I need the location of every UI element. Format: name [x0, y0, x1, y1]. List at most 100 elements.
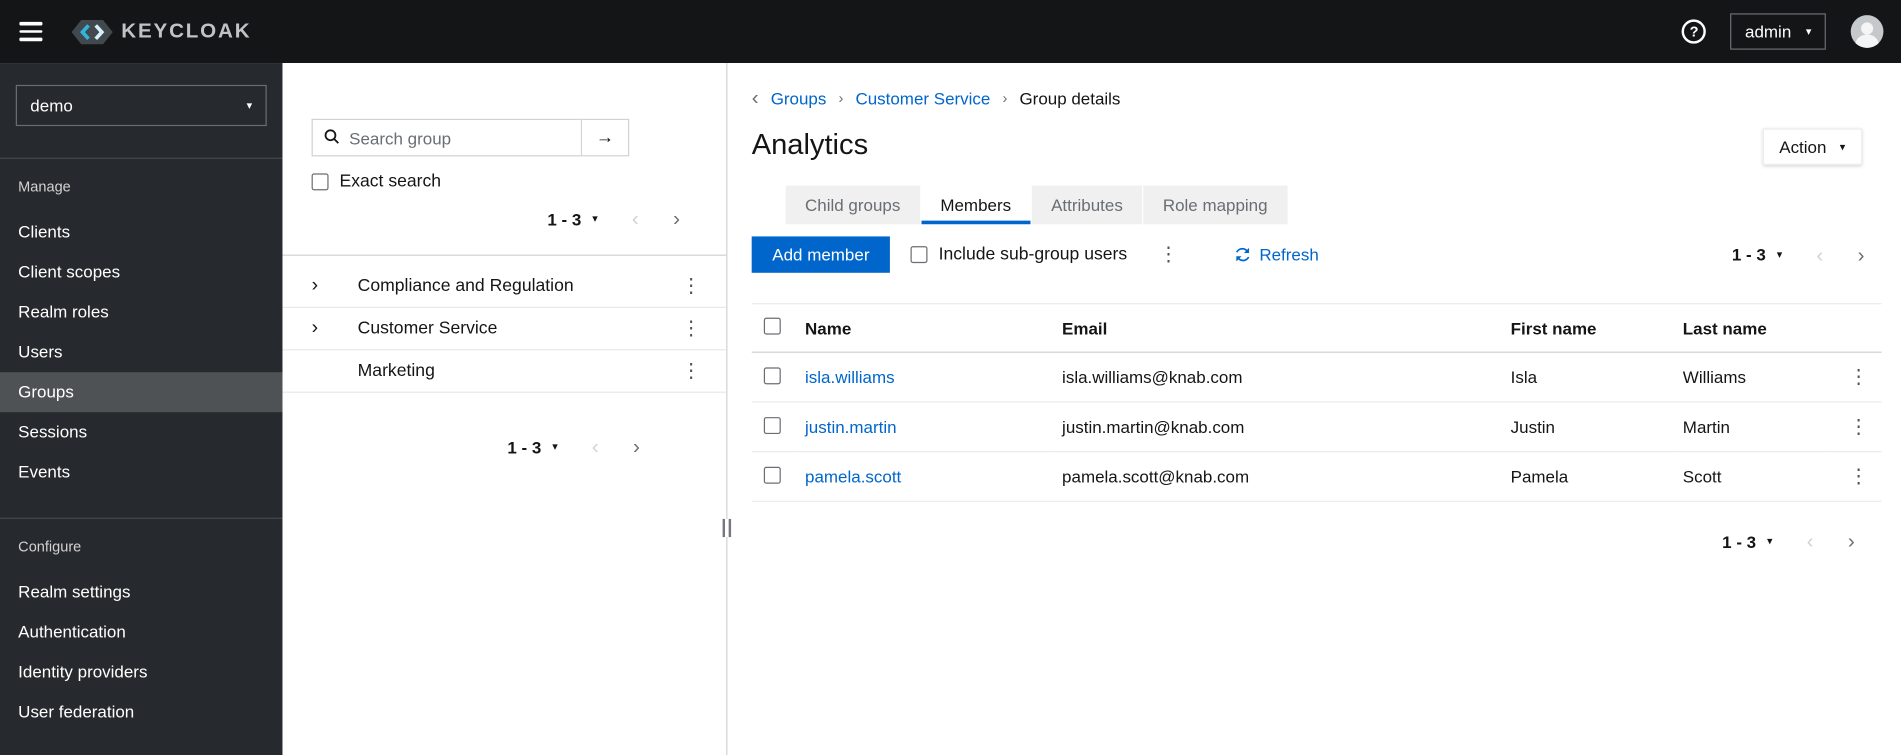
masthead: KEYCLOAK ? admin ▾: [0, 0, 1901, 64]
sidebar-item-realm-roles[interactable]: Realm roles: [0, 292, 282, 332]
column-header-last-name: Last name: [1673, 303, 1831, 353]
pagination-next-button[interactable]: ›: [1831, 526, 1872, 556]
member-last-name: Scott: [1673, 451, 1831, 502]
kebab-menu-icon[interactable]: ⋮: [678, 274, 705, 298]
group-details-main: ‹ Groups › Customer Service › Group deta…: [727, 63, 1901, 755]
keycloak-logo[interactable]: KEYCLOAK: [71, 19, 252, 44]
pagination-options-toggle[interactable]: 1 - 3 ▾: [547, 209, 597, 228]
member-username-link[interactable]: pamela.scott: [805, 467, 901, 486]
realm-selector-dropdown[interactable]: demo ▾: [15, 84, 267, 127]
pagination-prev-button[interactable]: ‹: [575, 432, 616, 462]
group-link-marketing[interactable]: Marketing: [358, 361, 435, 380]
action-dropdown-button[interactable]: Action ▾: [1762, 128, 1863, 165]
realm-selector-section: demo ▾: [0, 63, 283, 159]
include-subgroups-checkbox[interactable]: [910, 246, 928, 264]
pagination-range: 1 - 3: [1731, 244, 1766, 265]
tab-attributes[interactable]: Attributes: [1031, 185, 1143, 225]
tab-role-mapping[interactable]: Role mapping: [1143, 185, 1287, 225]
title-row: Analytics Action ▾: [752, 126, 1882, 165]
pagination-prev-button[interactable]: ‹: [615, 204, 656, 234]
sidebar-item-identity-providers[interactable]: Identity providers: [0, 652, 282, 692]
tree-item: › Customer Service ⋮: [282, 308, 727, 351]
member-last-name: Williams: [1673, 352, 1831, 403]
pagination-next-button[interactable]: ›: [656, 204, 697, 234]
groups-pagination-bottom: 1 - 3 ▾ ‹ ›: [312, 432, 698, 462]
toolbar-kebab-icon[interactable]: ⋮: [1151, 242, 1185, 266]
row-checkbox[interactable]: [763, 366, 781, 384]
pagination-range: 1 - 3: [547, 209, 582, 229]
table-row: justin.martin justin.martin@knab.com Jus…: [751, 401, 1882, 453]
table-row: pamela.scott pamela.scott@knab.com Pamel…: [751, 451, 1882, 502]
breadcrumb-separator-icon: ›: [1002, 89, 1008, 107]
search-submit-button[interactable]: →: [580, 118, 630, 157]
member-username-link[interactable]: isla.williams: [805, 367, 895, 386]
pagination-next-button[interactable]: ›: [1840, 239, 1881, 269]
sidebar-item-authentication[interactable]: Authentication: [0, 612, 282, 652]
sidebar-item-realm-settings[interactable]: Realm settings: [0, 572, 282, 612]
row-kebab-icon[interactable]: ⋮: [1843, 415, 1875, 439]
pagination-prev-button[interactable]: ‹: [1799, 239, 1840, 269]
member-first-name: Isla: [1500, 352, 1674, 403]
sidebar-item-client-scopes[interactable]: Client scopes: [0, 252, 282, 292]
pagination-options-toggle[interactable]: 1 - 3 ▾: [1732, 245, 1782, 264]
member-last-name: Martin: [1673, 401, 1831, 453]
table-header-row: Name Email First name Last name: [751, 303, 1882, 353]
exact-search-label: Exact search: [339, 172, 442, 192]
help-icon[interactable]: ?: [1681, 19, 1707, 44]
nav-section-configure-label: Configure: [18, 538, 82, 556]
breadcrumb-current: Group details: [1019, 87, 1121, 108]
kebab-menu-icon[interactable]: ⋮: [678, 316, 705, 340]
expand-chevron-icon[interactable]: ›: [312, 318, 344, 338]
members-pagination-top: 1 - 3 ▾ ‹ ›: [1732, 239, 1882, 269]
caret-down-icon: ▾: [1805, 24, 1812, 37]
caret-down-icon: ▾: [1776, 247, 1783, 261]
column-header-name: Name: [795, 303, 1053, 353]
refresh-button[interactable]: Refresh: [1234, 245, 1319, 264]
select-all-checkbox[interactable]: [763, 317, 781, 335]
sidebar-item-events[interactable]: Events: [0, 452, 282, 492]
pagination-options-toggle[interactable]: 1 - 3 ▾: [1722, 532, 1772, 551]
group-tabs: Child groups Members Attributes Role map…: [785, 185, 1882, 225]
tab-members[interactable]: Members: [920, 185, 1031, 225]
exact-search-checkbox[interactable]: [311, 173, 329, 191]
keycloak-logo-text: KEYCLOAK: [121, 19, 252, 43]
include-subgroups-option: Include sub-group users: [910, 244, 1128, 265]
nav-section-manage-label: Manage: [18, 178, 71, 196]
pagination-options-toggle[interactable]: 1 - 3 ▾: [507, 437, 557, 456]
nav-toggle-button[interactable]: [19, 22, 43, 41]
breadcrumb-customer-service-link[interactable]: Customer Service: [855, 88, 990, 107]
tab-child-groups[interactable]: Child groups: [785, 185, 920, 225]
nav-group-manage: Manage Clients Client scopes Realm roles…: [0, 159, 283, 492]
breadcrumb-groups-link[interactable]: Groups: [771, 88, 827, 107]
sidebar-item-sessions[interactable]: Sessions: [0, 412, 282, 452]
row-kebab-icon[interactable]: ⋮: [1843, 365, 1875, 389]
sidebar-item-clients[interactable]: Clients: [0, 212, 282, 252]
user-avatar[interactable]: [1850, 15, 1884, 49]
member-username-link[interactable]: justin.martin: [805, 417, 896, 436]
row-checkbox[interactable]: [763, 416, 781, 434]
row-checkbox[interactable]: [763, 466, 781, 484]
pagination-next-button[interactable]: ›: [616, 432, 657, 462]
group-search-input[interactable]: [311, 118, 581, 157]
nav-group-configure: Configure Realm settings Authentication …: [0, 517, 283, 733]
group-link-customer-service[interactable]: Customer Service: [358, 319, 498, 338]
sidebar-item-groups[interactable]: Groups: [0, 372, 283, 413]
members-toolbar: Add member Include sub-group users ⋮ Ref…: [751, 236, 1882, 273]
include-subgroups-label: Include sub-group users: [938, 244, 1128, 265]
page-title: Analytics: [751, 128, 869, 162]
back-chevron-icon[interactable]: ‹: [752, 87, 759, 108]
add-member-button[interactable]: Add member: [751, 236, 891, 273]
sidebar-item-user-federation[interactable]: User federation: [0, 692, 282, 732]
user-menu-dropdown[interactable]: admin ▾: [1730, 13, 1826, 50]
group-link-compliance-and-regulation[interactable]: Compliance and Regulation: [358, 276, 574, 295]
divider: [282, 254, 727, 256]
keycloak-logo-icon: [71, 19, 113, 44]
pagination-prev-button[interactable]: ‹: [1790, 526, 1831, 556]
pagination-range: 1 - 3: [1722, 531, 1757, 552]
expand-chevron-icon[interactable]: ›: [312, 276, 344, 295]
sidebar-item-users[interactable]: Users: [0, 332, 282, 372]
member-first-name: Pamela: [1500, 451, 1674, 502]
panel-resize-handle[interactable]: [722, 518, 732, 538]
kebab-menu-icon[interactable]: ⋮: [678, 359, 705, 383]
row-kebab-icon[interactable]: ⋮: [1843, 464, 1875, 488]
